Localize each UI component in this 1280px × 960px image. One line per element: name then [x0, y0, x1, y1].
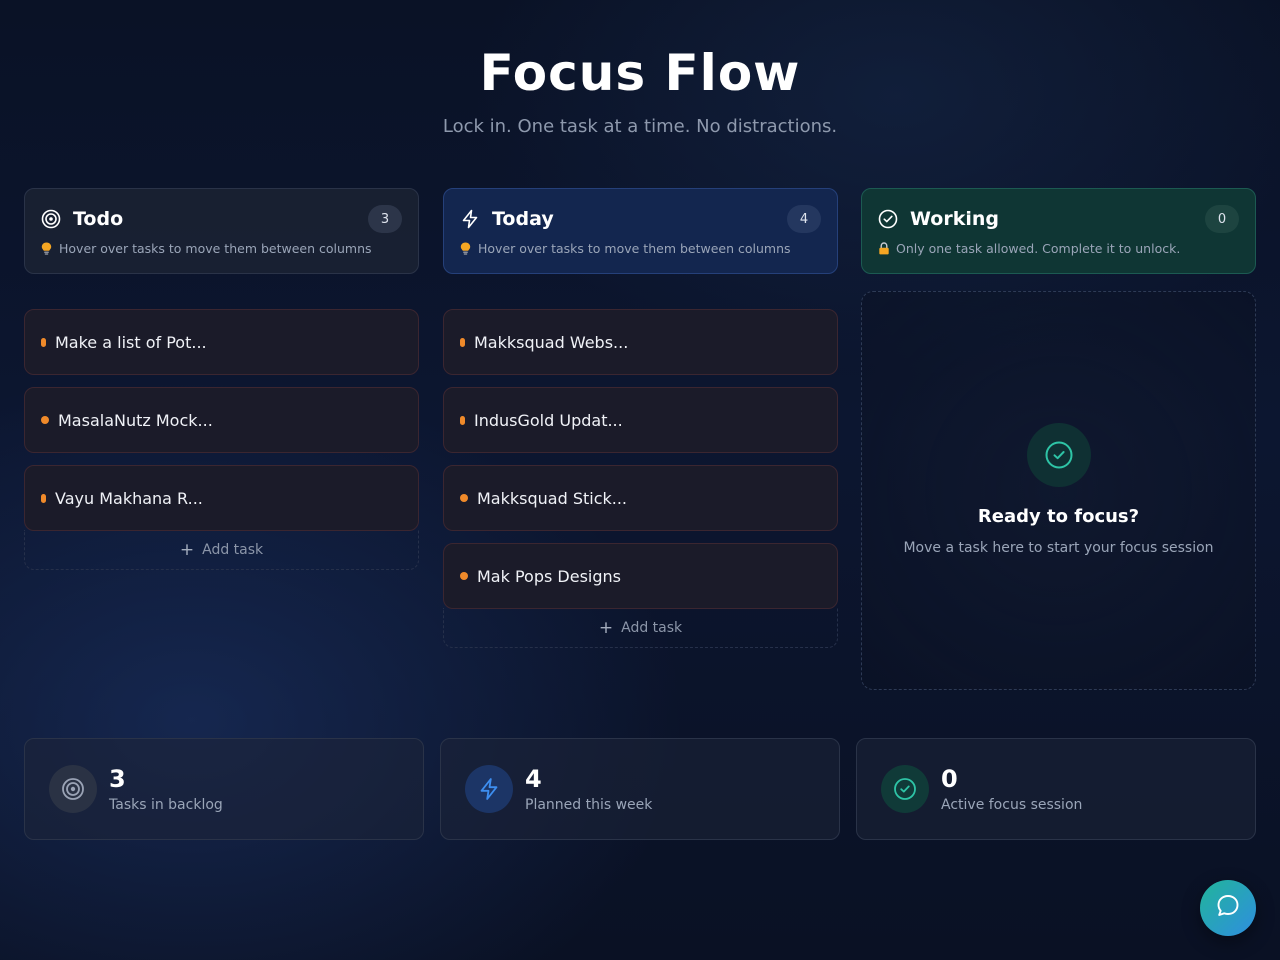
column-hint: Only one task allowed. Complete it to un… [896, 241, 1181, 256]
add-task-button[interactable]: + Add task [24, 530, 419, 570]
stat-label: Active focus session [941, 797, 1083, 813]
task-title: IndusGold Updat... [474, 410, 623, 430]
priority-dot [460, 337, 465, 347]
priority-dot [460, 494, 468, 502]
stat-card-planned: 4 Planned this week [440, 738, 840, 840]
lock-icon [878, 242, 890, 256]
task-title: Mak Pops Designs [477, 566, 621, 586]
task-card[interactable]: MasalaNutz Mock... [24, 387, 419, 453]
task-card[interactable]: Makksquad Stick... [443, 465, 838, 531]
page-header: Focus Flow Lock in. One task at a time. … [0, 44, 1280, 137]
column-title: Todo [73, 208, 124, 230]
stat-label: Planned this week [525, 797, 653, 813]
dropzone-subtitle: Move a task here to start your focus ses… [903, 540, 1214, 556]
stat-card-focus: 0 Active focus session [856, 738, 1256, 840]
task-title: Makksquad Webs... [474, 332, 629, 352]
column-header-today: Today 4 Hover over tasks to move them be… [443, 188, 838, 274]
priority-dot [460, 415, 465, 425]
task-card[interactable]: Mak Pops Designs [443, 543, 838, 609]
count-badge: 4 [787, 205, 821, 233]
lightning-icon [465, 765, 513, 813]
stat-value: 4 [525, 765, 542, 793]
lightning-icon [460, 209, 480, 229]
lightbulb-icon [460, 242, 472, 256]
check-circle-icon [878, 209, 898, 229]
task-title: MasalaNutz Mock... [58, 410, 213, 430]
task-card[interactable]: Makksquad Webs... [443, 309, 838, 375]
stat-value: 3 [109, 765, 126, 793]
add-task-label: Add task [202, 541, 264, 558]
stat-value: 0 [941, 765, 958, 793]
add-task-button[interactable]: + Add task [443, 608, 838, 648]
task-title: Vayu Makhana R... [55, 488, 203, 508]
check-circle-icon [1027, 423, 1091, 487]
task-card[interactable]: IndusGold Updat... [443, 387, 838, 453]
target-icon [49, 765, 97, 813]
priority-dot [460, 572, 468, 580]
task-card[interactable]: Make a list of Pot... [24, 309, 419, 375]
priority-dot [41, 337, 46, 347]
stat-card-backlog: 3 Tasks in backlog [24, 738, 424, 840]
plus-icon: + [179, 539, 195, 560]
lightbulb-icon [41, 242, 53, 256]
task-card[interactable]: Vayu Makhana R... [24, 465, 419, 531]
chat-bubble-icon [1215, 893, 1241, 923]
priority-dot [41, 416, 49, 424]
column-header-working: Working 0 Only one task allowed. Complet… [861, 188, 1256, 274]
page-subtitle: Lock in. One task at a time. No distract… [442, 116, 838, 137]
count-badge: 3 [368, 205, 402, 233]
page-title: Focus Flow [479, 44, 801, 102]
task-title: Make a list of Pot... [55, 332, 207, 352]
check-circle-icon [881, 765, 929, 813]
task-title: Makksquad Stick... [477, 488, 628, 508]
column-title: Today [492, 208, 554, 230]
column-title: Working [910, 208, 999, 230]
column-hint: Hover over tasks to move them between co… [59, 241, 372, 256]
target-icon [41, 209, 61, 229]
count-badge: 0 [1205, 205, 1239, 233]
dropzone-title: Ready to focus? [977, 506, 1140, 527]
stat-label: Tasks in backlog [109, 797, 223, 813]
plus-icon: + [598, 617, 614, 638]
add-task-label: Add task [621, 619, 683, 636]
working-dropzone[interactable]: Ready to focus? Move a task here to star… [861, 291, 1256, 690]
chat-button[interactable] [1200, 880, 1256, 936]
column-header-todo: Todo 3 Hover over tasks to move them bet… [24, 188, 419, 274]
column-hint: Hover over tasks to move them between co… [478, 241, 791, 256]
priority-dot [41, 493, 46, 503]
